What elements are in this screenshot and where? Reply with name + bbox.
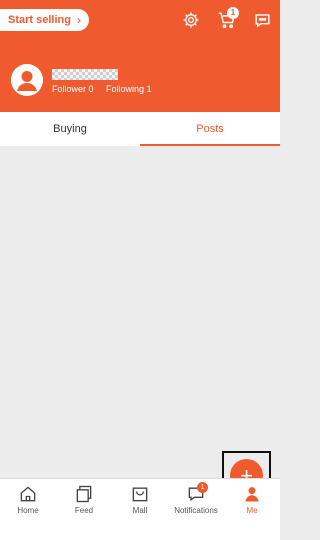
notifications-badge: 1	[197, 482, 209, 493]
nav-notifications-label: Notifications	[174, 506, 218, 515]
chevron-right-icon: ›	[76, 13, 81, 27]
nav-home-label: Home	[17, 506, 39, 515]
posts-content-area	[0, 146, 280, 478]
chat-button[interactable]	[251, 9, 273, 31]
nav-me-label: Me	[246, 506, 258, 515]
nav-feed[interactable]: Feed	[56, 479, 112, 540]
following-count[interactable]: Following 1	[106, 84, 152, 94]
user-silhouette-icon	[11, 64, 43, 96]
username-redacted	[52, 69, 118, 80]
follow-stats: Follower 0 Following 1	[52, 84, 162, 94]
me-icon	[245, 487, 259, 502]
nav-mall-label: Mall	[132, 506, 148, 515]
nav-me[interactable]: Me	[224, 479, 280, 540]
settings-button[interactable]	[180, 9, 202, 31]
profile-header: Start selling › 1 Follower 0 Following 1	[0, 0, 280, 112]
tab-posts[interactable]: Posts	[140, 112, 280, 146]
nav-notifications[interactable]: 1 Notifications	[168, 479, 224, 540]
start-selling-button[interactable]: Start selling ›	[0, 9, 89, 31]
feed-icon	[76, 485, 92, 503]
cart-button[interactable]: 1	[216, 7, 239, 31]
tab-buying-label: Buying	[53, 123, 87, 135]
follower-count[interactable]: Follower 0	[52, 84, 94, 94]
mall-icon	[132, 487, 148, 502]
nav-mall[interactable]: Mall	[112, 479, 168, 540]
profile-tabs: Buying Posts	[0, 112, 280, 146]
tab-buying[interactable]: Buying	[0, 112, 140, 146]
nav-home[interactable]: Home	[0, 479, 56, 540]
home-icon	[20, 486, 36, 502]
chat-icon	[254, 13, 270, 27]
avatar[interactable]	[11, 64, 43, 96]
gear-icon	[183, 12, 199, 28]
nav-feed-label: Feed	[74, 506, 94, 515]
tab-posts-label: Posts	[196, 123, 224, 135]
bottom-navigation: Home Feed Mall 1 Notifications Me	[0, 478, 280, 540]
start-selling-label: Start selling	[8, 14, 71, 26]
cart-badge: 1	[227, 7, 239, 19]
